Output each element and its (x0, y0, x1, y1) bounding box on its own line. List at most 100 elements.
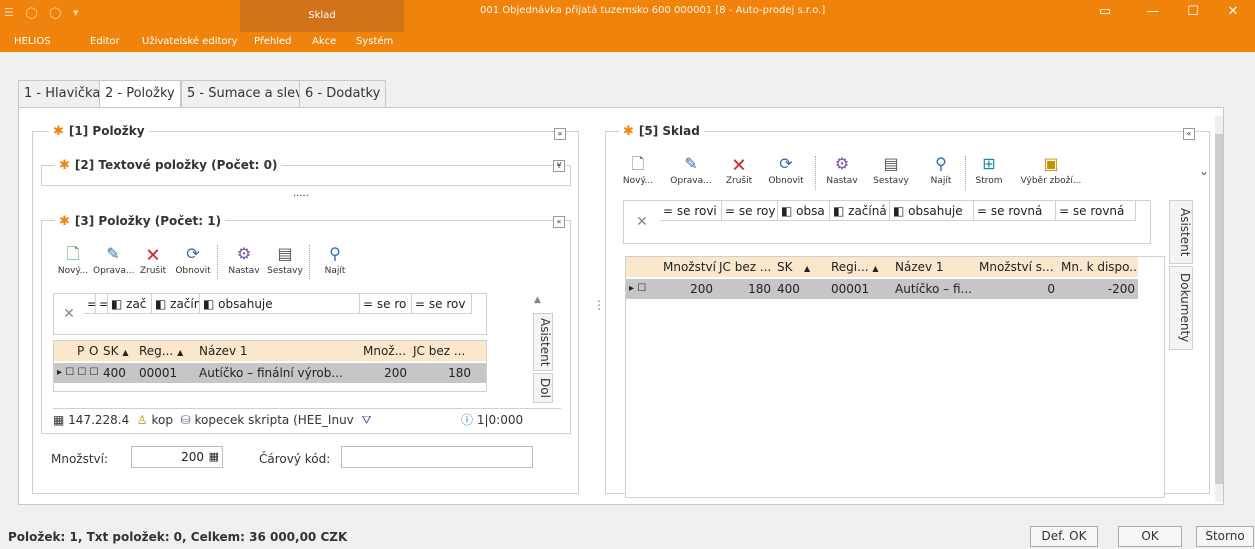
new-icon: 🗋 (631, 154, 645, 173)
filter-sk[interactable]: ◧ obsa (778, 201, 830, 221)
tool-nastav-sklad[interactable]: ⚙ Nastav (821, 152, 863, 192)
menu-system[interactable]: Systém (356, 32, 393, 52)
tab-hlavicka[interactable]: 1 - Hlavička (18, 80, 107, 108)
filter-jc[interactable]: = se roy (722, 201, 778, 221)
delete-icon: 🗙 (732, 154, 746, 173)
menu-uzivatelske-editory[interactable]: Uživatelské editory (142, 32, 238, 52)
tool-vyber-zbozi-label: Výběr zboží... (1020, 176, 1082, 186)
status-user: kop (151, 413, 173, 427)
collapse-right-icon[interactable]: « (1183, 128, 1195, 140)
filter-mnozstvi[interactable]: = se rovi (660, 201, 722, 221)
col-mn-k-dispo[interactable]: Mn. k dispo... (1058, 257, 1138, 277)
col-nazev[interactable]: Název 1 (196, 341, 360, 361)
tool-strom[interactable]: ⊞ Strom (971, 152, 1007, 192)
tool-vyber-zbozi[interactable]: ▣ Výběr zboží... (1013, 152, 1089, 192)
minimize-button[interactable]: — (1136, 0, 1170, 32)
row-checkbox[interactable]: ▸ ☐ (626, 279, 660, 299)
filter-reg[interactable]: ◧ začín (152, 294, 200, 314)
tool-zrusit-sklad[interactable]: 🗙 Zrušit (719, 152, 759, 192)
col-reg[interactable]: Regi... ▲ (828, 257, 892, 277)
tool-sestavy-sklad[interactable]: ▤ Sestavy (867, 152, 915, 192)
tool-obnovit-sklad[interactable]: ⟳ Obnovit (763, 152, 809, 192)
calculator-icon[interactable]: ▦ (209, 447, 219, 467)
col-mnoz[interactable]: Množ... (360, 341, 410, 361)
tool-najit-sklad[interactable]: ⚲ Najít (923, 152, 959, 192)
restore-layout-icon[interactable]: ▭ (1088, 0, 1122, 32)
menu-editor[interactable]: Editor (90, 32, 120, 52)
cell-reg: 00001 (828, 279, 892, 299)
col-reg[interactable]: Reg... ▲ (136, 341, 196, 361)
status-info-text: 1|0:000 (476, 413, 524, 427)
scrollbar-thumb[interactable] (1215, 134, 1223, 484)
def-ok-button[interactable]: Def. OK (1030, 526, 1098, 547)
context-tab-sklad[interactable]: Sklad (240, 0, 404, 32)
database-icon: ⛁ (180, 413, 191, 427)
tool-nastav[interactable]: ⚙ Nastav (224, 242, 264, 282)
col-sk[interactable]: SK ▲ (774, 257, 828, 277)
col-jc[interactable]: JC bez ... (716, 257, 774, 277)
tool-oprava-sklad[interactable]: ✎ Oprava... (667, 152, 715, 192)
menu-akce[interactable]: Akce (312, 32, 336, 52)
tab-sumace-a-slevy[interactable]: 5 - Sumace a slevy (181, 80, 317, 108)
col-mnozstvi-s[interactable]: Množství s... (976, 257, 1058, 277)
expand-textove-icon[interactable]: ¥ (553, 160, 565, 172)
filter-sk[interactable]: ◧ zač (108, 294, 152, 314)
vertical-scrollbar[interactable] (1215, 116, 1223, 502)
tool-sestavy[interactable]: ▤ Sestavy (265, 242, 305, 282)
quick-access-toolbar[interactable]: ☰ ◯ ◯ ▾ (4, 6, 83, 19)
catalog-icon: ▣ (1043, 154, 1059, 173)
tool-nastav-sklad-label: Nastav (826, 176, 858, 186)
collapse-left-icon[interactable]: « (554, 128, 566, 140)
filter-nazev[interactable]: ◧ obsahuje (890, 201, 974, 221)
collapse-polozky-icon[interactable]: « (553, 216, 565, 228)
report-icon: ▤ (277, 244, 293, 263)
col-sk[interactable]: SK ▲ (100, 341, 136, 361)
filter-mn-k-dispo[interactable]: = se rovná (1056, 201, 1136, 221)
filter-mnoz[interactable]: = se ro (360, 294, 412, 314)
col-o[interactable]: O (86, 341, 100, 361)
clear-filter-icon[interactable]: ✕ (624, 201, 660, 243)
tab-polozky[interactable]: 2 - Položky (99, 80, 181, 109)
tool-najit[interactable]: ⚲ Najít (315, 242, 355, 282)
chevron-down-icon[interactable]: ⌄ (1199, 164, 1209, 178)
side-tab-asistent[interactable]: Asistent (533, 313, 553, 371)
filter-p[interactable]: = (84, 294, 96, 314)
filter-reg[interactable]: ◧ začíná (830, 201, 890, 221)
tool-zrusit[interactable]: 🗙 Zrušit (133, 242, 173, 282)
tool-zrusit-label: Zrušit (139, 266, 167, 276)
menu-helios[interactable]: HELIOS (14, 32, 51, 52)
col-mnozstvi[interactable]: Množství (660, 257, 716, 277)
tab-dodatky[interactable]: 6 - Dodatky (299, 80, 387, 108)
tool-oprava[interactable]: ✎ Oprava... (93, 242, 134, 282)
tool-obnovit[interactable]: ⟳ Obnovit (173, 242, 213, 282)
col-nazev[interactable]: Název 1 (892, 257, 976, 277)
filter-mnozstvi-s[interactable]: = se rovná (974, 201, 1056, 221)
left-data-grid: P O SK ▲ Reg... ▲ Název 1 Množ... JC bez… (53, 340, 487, 392)
storno-button[interactable]: Storno (1196, 526, 1254, 547)
clear-filter-icon[interactable]: ✕ (54, 294, 84, 334)
ok-button[interactable]: OK (1118, 526, 1182, 547)
filter-o[interactable]: = (96, 294, 108, 314)
tool-obnovit-sklad-label: Obnovit (768, 176, 804, 186)
row-checkboxes[interactable]: ▸ ☐ ☐ ☐ (54, 363, 100, 383)
summary-text: Položek: 1, Txt položek: 0, Celkem: 36 0… (8, 530, 348, 544)
close-button[interactable]: ✕ (1216, 0, 1250, 32)
tool-novy-sklad[interactable]: 🗋 Nový... (619, 152, 657, 192)
side-tab-asistent-right[interactable]: Asistent (1169, 200, 1193, 264)
side-tab-dokumenty[interactable]: Dol (533, 373, 553, 403)
splitter-handle[interactable]: ⋮ (593, 298, 605, 312)
carovy-kod-field[interactable] (341, 446, 533, 468)
splitter-dots[interactable]: ..... (293, 188, 309, 199)
filter-jc[interactable]: = se rov (412, 294, 472, 314)
tool-novy[interactable]: 🗋 Nový... (53, 242, 93, 282)
side-tab-dokumenty-right[interactable]: Dokumenty (1169, 266, 1193, 350)
cell-jc: 180 (716, 279, 774, 299)
col-jc[interactable]: JC bez ... (410, 341, 474, 361)
scroll-up-icon[interactable]: ▲ (531, 290, 551, 310)
mnozstvi-field[interactable]: 200 ▦ (131, 446, 223, 468)
filter-nazev[interactable]: ◧ obsahuje (200, 294, 360, 314)
menu-prehled[interactable]: Přehled (254, 32, 292, 52)
filter-icon[interactable]: ⛛ (361, 413, 371, 427)
col-p[interactable]: P (74, 341, 86, 361)
maximize-button[interactable]: ☐ (1176, 0, 1210, 32)
